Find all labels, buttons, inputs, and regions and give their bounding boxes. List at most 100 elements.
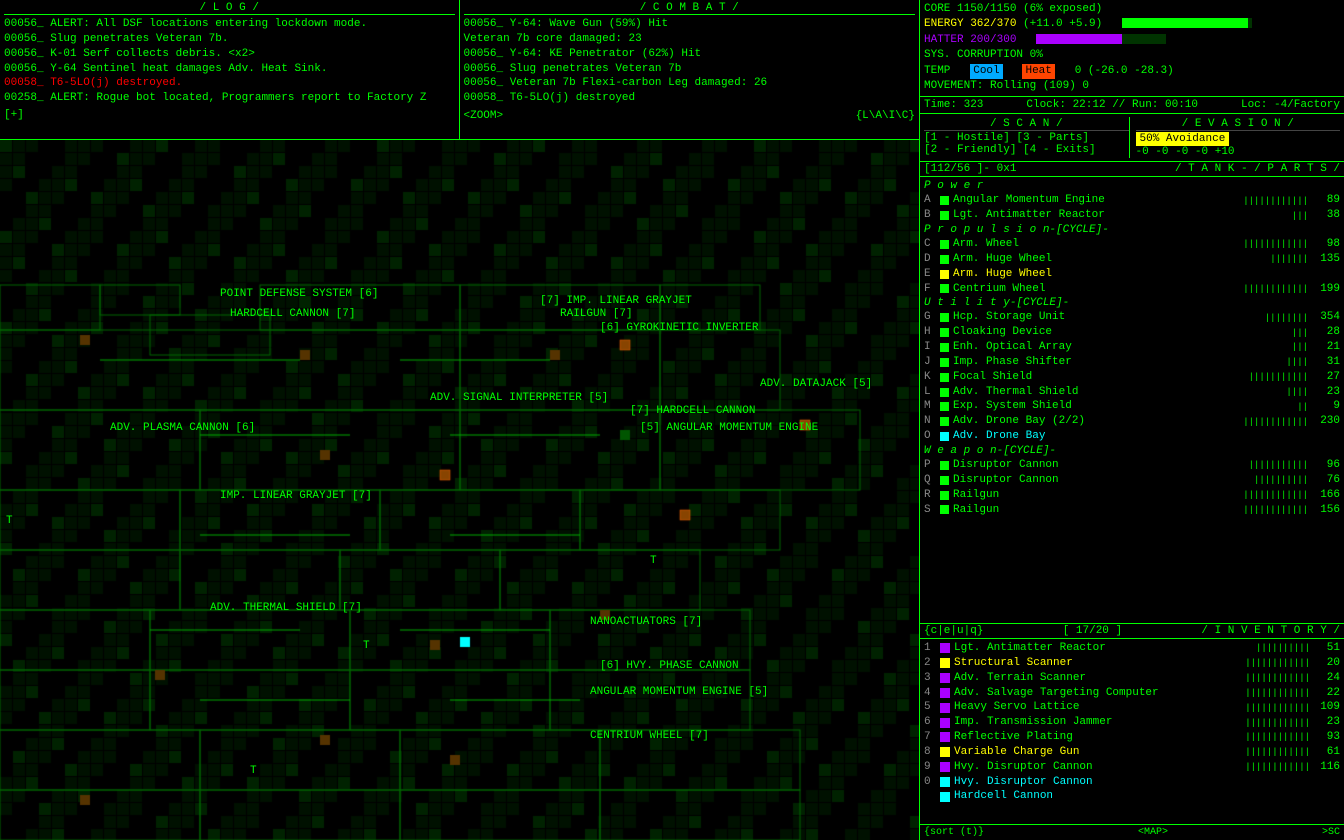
inventory-item[interactable]: 5Heavy Servo Lattice||||||||||||109 bbox=[924, 700, 1340, 715]
part-status-dot bbox=[940, 255, 949, 264]
lai-nav[interactable]: {L\A\I\C} bbox=[856, 110, 915, 122]
parts-item[interactable]: QDisruptor Cannon||||||||||76 bbox=[924, 473, 1340, 488]
parts-item[interactable]: KFocal Shield|||||||||||27 bbox=[924, 370, 1340, 385]
evasion-header: / E V A S I O N / bbox=[1136, 118, 1341, 131]
part-health-bars: |||| bbox=[1286, 386, 1308, 398]
map-label: POINT DEFENSE SYSTEM [6] bbox=[220, 288, 378, 300]
inventory-item[interactable]: 9Hvy. Disruptor Cannon||||||||||||116 bbox=[924, 760, 1340, 775]
part-value: 199 bbox=[1308, 282, 1340, 297]
inventory-item[interactable]: 6Imp. Transmission Jammer||||||||||||23 bbox=[924, 715, 1340, 730]
parts-item[interactable]: SRailgun||||||||||||156 bbox=[924, 503, 1340, 518]
part-value: 230 bbox=[1308, 414, 1340, 429]
inv-item-name: Reflective Plating bbox=[954, 730, 1245, 745]
part-name-label: Cloaking Device bbox=[953, 325, 1292, 340]
inventory-item[interactable]: 1Lgt. Antimatter Reactor||||||||||51 bbox=[924, 641, 1340, 656]
sc-shortcut[interactable]: >SC bbox=[1322, 827, 1340, 838]
part-health-bars: |||||||||||| bbox=[1243, 416, 1308, 428]
inventory-item[interactable]: 0Hvy. Disruptor Cannon bbox=[924, 775, 1340, 790]
inv-health-bars: |||||||||||| bbox=[1245, 672, 1310, 684]
parts-item[interactable]: DArm. Huge Wheel|||||||135 bbox=[924, 252, 1340, 267]
part-health-bars: ||||||||||| bbox=[1249, 371, 1308, 383]
left-panel: / L O G / 00056_ ALERT: All DSF location… bbox=[0, 0, 920, 840]
part-value: 38 bbox=[1308, 208, 1340, 223]
inventory-item[interactable]: 4Adv. Salvage Targeting Computer||||||||… bbox=[924, 686, 1340, 701]
inv-item-name: Hardcell Cannon bbox=[954, 789, 1340, 804]
parts-category-label: P o w e r bbox=[924, 180, 1340, 192]
map-label: ANGULAR MOMENTUM ENGINE [5] bbox=[590, 686, 768, 698]
parts-item[interactable]: GHcp. Storage Unit||||||||354 bbox=[924, 310, 1340, 325]
inv-status-dot bbox=[940, 777, 950, 787]
map-label: [7] IMP. LINEAR GRAYJET bbox=[540, 295, 692, 307]
inv-item-value: 93 bbox=[1310, 730, 1340, 745]
inventory-item[interactable]: 7Reflective Plating||||||||||||93 bbox=[924, 730, 1340, 745]
inventory-item[interactable]: 2Structural Scanner||||||||||||20 bbox=[924, 656, 1340, 671]
part-health-bars: || bbox=[1297, 401, 1308, 413]
inventory-section: {c|e|u|q} [ 17/20 ] / I N V E N T O R Y … bbox=[920, 624, 1344, 824]
inventory-item[interactable]: Hardcell Cannon bbox=[924, 789, 1340, 804]
avoidance-badge: 50% Avoidance bbox=[1136, 132, 1230, 146]
inventory-item[interactable]: 8Variable Charge Gun||||||||||||61 bbox=[924, 745, 1340, 760]
parts-item[interactable]: NAdv. Drone Bay (2/2)||||||||||||230 bbox=[924, 414, 1340, 429]
part-status-dot bbox=[940, 388, 949, 397]
scan-header: / S C A N / bbox=[924, 118, 1129, 131]
inv-header-title: / I N V E N T O R Y / bbox=[1201, 625, 1340, 637]
combat-line: Veteran 7b core damaged: 23 bbox=[464, 32, 916, 47]
parts-item[interactable]: BLgt. Antimatter Reactor|||38 bbox=[924, 208, 1340, 223]
part-name-label: Arm. Huge Wheel bbox=[953, 252, 1270, 267]
parts-item[interactable]: OAdv. Drone Bay bbox=[924, 429, 1340, 444]
t-marker-4: T bbox=[363, 640, 370, 652]
part-value: 135 bbox=[1308, 252, 1340, 267]
part-name-label: Arm. Wheel bbox=[953, 237, 1243, 252]
part-status-dot bbox=[940, 461, 949, 470]
parts-item[interactable]: HCloaking Device|||28 bbox=[924, 325, 1340, 340]
t-marker-3: T bbox=[650, 555, 657, 567]
map-label: RAILGUN [7] bbox=[560, 308, 633, 320]
part-status-dot bbox=[940, 476, 949, 485]
inv-count: [ 17/20 ] bbox=[1063, 625, 1122, 637]
parts-item[interactable]: RRailgun||||||||||||166 bbox=[924, 488, 1340, 503]
scan-item-1[interactable]: [1 - Hostile] [3 - Parts] bbox=[924, 132, 1129, 144]
part-value: 166 bbox=[1308, 488, 1340, 503]
inv-item-value: 116 bbox=[1310, 760, 1340, 775]
part-name-label: Exp. System Shield bbox=[953, 399, 1297, 414]
parts-item[interactable]: EArm. Huge Wheel bbox=[924, 267, 1340, 282]
parts-item[interactable]: AAngular Momentum Engine||||||||||||89 bbox=[924, 193, 1340, 208]
inv-status-dot bbox=[940, 673, 950, 683]
zoom-nav[interactable]: <ZOOM> bbox=[464, 110, 504, 122]
inv-status-dot bbox=[940, 703, 950, 713]
map-label: ADV. PLASMA CANNON [6] bbox=[110, 422, 255, 434]
inv-health-bars: |||||||||||| bbox=[1245, 702, 1310, 714]
log-line: 00056_ Slug penetrates Veteran 7b. bbox=[4, 32, 455, 47]
part-health-bars: ||||||| bbox=[1270, 253, 1308, 265]
part-name-label: Adv. Drone Bay (2/2) bbox=[953, 414, 1243, 429]
inventory-item[interactable]: 3Adv. Terrain Scanner||||||||||||24 bbox=[924, 671, 1340, 686]
parts-item[interactable]: FCentrium Wheel||||||||||||199 bbox=[924, 282, 1340, 297]
part-name-label: Disruptor Cannon bbox=[953, 458, 1249, 473]
scan-item-2[interactable]: [2 - Friendly] [4 - Exits] bbox=[924, 144, 1129, 156]
parts-item[interactable]: PDisruptor Cannon|||||||||||96 bbox=[924, 458, 1340, 473]
part-name-label: Angular Momentum Engine bbox=[953, 193, 1243, 208]
log-footer: [+] bbox=[4, 108, 455, 123]
part-status-dot bbox=[940, 196, 949, 205]
inventory-header: {c|e|u|q} [ 17/20 ] / I N V E N T O R Y … bbox=[920, 624, 1344, 639]
map-shortcut[interactable]: <MAP> bbox=[1138, 827, 1168, 838]
log-area: / L O G / 00056_ ALERT: All DSF location… bbox=[0, 0, 460, 139]
map-label: ADV. DATAJACK [5] bbox=[760, 378, 872, 390]
parts-item[interactable]: CArm. Wheel||||||||||||98 bbox=[924, 237, 1340, 252]
sort-shortcut[interactable]: {sort (t)} bbox=[924, 827, 984, 838]
parts-item[interactable]: MExp. System Shield||9 bbox=[924, 399, 1340, 414]
part-status-dot bbox=[940, 328, 949, 337]
parts-item[interactable]: LAdv. Thermal Shield||||23 bbox=[924, 385, 1340, 400]
part-value: 21 bbox=[1308, 340, 1340, 355]
part-name-label: Imp. Phase Shifter bbox=[953, 355, 1286, 370]
parts-item[interactable]: JImp. Phase Shifter||||31 bbox=[924, 355, 1340, 370]
parts-item[interactable]: IEnh. Optical Array|||21 bbox=[924, 340, 1340, 355]
part-value: 89 bbox=[1308, 193, 1340, 208]
part-value: 31 bbox=[1308, 355, 1340, 370]
map-label: NANOACTUATORS [7] bbox=[590, 616, 702, 628]
part-name-label: Enh. Optical Array bbox=[953, 340, 1292, 355]
clock-display: Clock: 22:12 // Run: 00:10 bbox=[1026, 99, 1198, 111]
map-label: HARDCELL CANNON [7] bbox=[230, 308, 355, 320]
inv-item-name: Hvy. Disruptor Cannon bbox=[954, 760, 1245, 775]
map-label: [6] GYROKINETIC INVERTER bbox=[600, 322, 758, 334]
